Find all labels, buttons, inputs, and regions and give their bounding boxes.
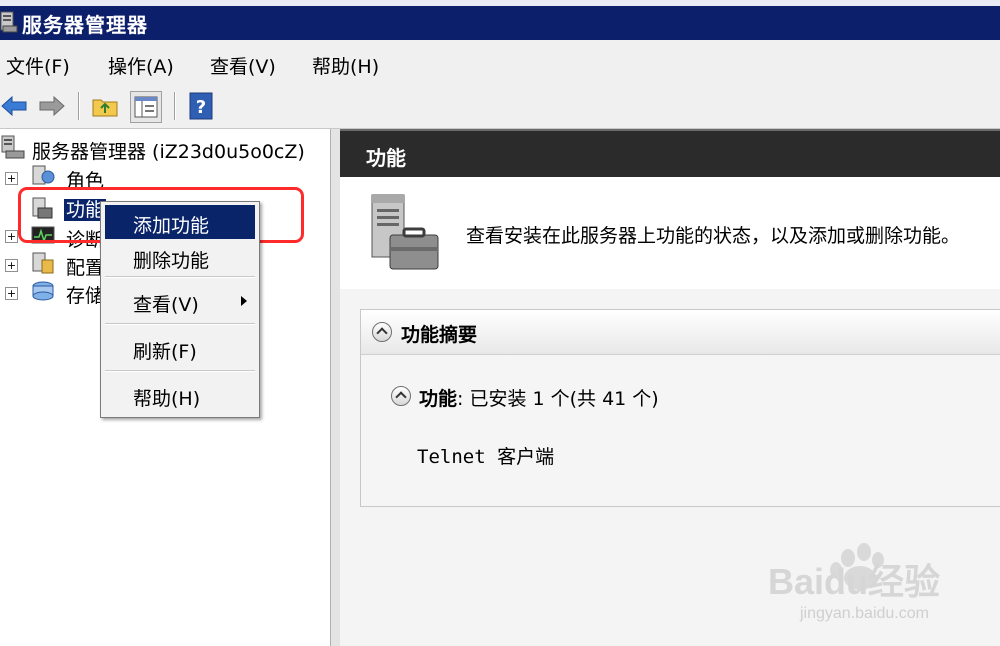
menu-help[interactable]: 帮助(H) bbox=[312, 52, 379, 79]
baidu-jingyan-watermark: Baidu经验 jingyan.baidu.com bbox=[768, 543, 940, 622]
expand-diagnostics-toggle[interactable]: + bbox=[5, 230, 18, 243]
details-description: 查看安装在此服务器上功能的状态，以及添加或删除功能。 bbox=[466, 225, 961, 247]
menu-item-label: 添加功能 bbox=[133, 215, 210, 237]
menu-view[interactable]: 查看(V) bbox=[210, 52, 276, 79]
features-count-line: 功能: 已安装 1 个(共 41 个) bbox=[419, 384, 659, 411]
server-manager-icon bbox=[1, 135, 25, 159]
features-count: : 已安装 1 个(共 41 个) bbox=[457, 388, 659, 410]
up-folder-icon[interactable] bbox=[90, 91, 120, 121]
svg-text:?: ? bbox=[196, 97, 206, 118]
back-arrow-icon[interactable] bbox=[0, 91, 30, 121]
expand-storage-toggle[interactable]: + bbox=[5, 287, 18, 300]
roles-icon bbox=[32, 165, 55, 185]
expand-configuration-toggle[interactable]: + bbox=[5, 259, 18, 272]
menu-item-label: 刷新(F) bbox=[133, 341, 197, 363]
details-header-title: 功能 bbox=[366, 146, 406, 170]
menu-action[interactable]: 操作(A) bbox=[108, 52, 174, 79]
features-label: 功能 bbox=[419, 388, 458, 410]
menu-file[interactable]: 文件(F) bbox=[6, 52, 70, 79]
window-title: 服务器管理器 bbox=[22, 13, 148, 37]
menu-item-remove-features[interactable]: 删除功能 bbox=[105, 240, 255, 274]
title-bar: 服务器管理器 bbox=[0, 0, 1000, 40]
title-bar-top-strip bbox=[0, 0, 1000, 6]
details-intro: 查看安装在此服务器上功能的状态，以及添加或删除功能。 bbox=[340, 177, 1000, 290]
features-summary-header[interactable]: 功能摘要 bbox=[361, 310, 1000, 355]
tree-item-configuration[interactable]: 配置 bbox=[66, 253, 104, 280]
tree-root-server-manager[interactable]: 服务器管理器 (iZ23d0u5o0cZ) bbox=[32, 137, 305, 164]
tree-item-storage[interactable]: 存储 bbox=[66, 281, 104, 308]
menu-item-label: 帮助(H) bbox=[133, 388, 201, 410]
menu-item-view[interactable]: 查看(V) bbox=[105, 284, 255, 318]
toolbar: ? bbox=[0, 86, 1000, 129]
menu-item-add-features[interactable]: 添加功能 bbox=[105, 205, 255, 239]
submenu-arrow-icon bbox=[241, 296, 247, 306]
menu-item-label: 查看(V) bbox=[133, 294, 199, 316]
server-manager-icon bbox=[0, 11, 18, 33]
menu-separator bbox=[105, 370, 255, 372]
help-icon[interactable]: ? bbox=[186, 91, 216, 121]
installed-feature-item: Telnet 客户端 bbox=[417, 446, 555, 468]
menu-item-help[interactable]: 帮助(H) bbox=[105, 378, 255, 412]
details-header: 功能 bbox=[340, 129, 1000, 177]
server-toolbox-icon bbox=[371, 194, 439, 270]
storage-icon bbox=[32, 281, 54, 301]
configuration-icon bbox=[32, 252, 54, 274]
expand-roles-toggle[interactable]: + bbox=[5, 172, 18, 185]
menu-bar: 文件(F) 操作(A) 查看(V) 帮助(H) bbox=[0, 40, 1000, 87]
collapse-summary-icon[interactable] bbox=[372, 322, 392, 342]
features-summary-title: 功能摘要 bbox=[401, 324, 478, 346]
toolbar-separator bbox=[174, 92, 176, 120]
collapse-features-icon[interactable] bbox=[391, 386, 411, 406]
watermark-text: Baidu经验 bbox=[768, 561, 940, 602]
toolbar-separator bbox=[78, 92, 80, 120]
menu-item-label: 删除功能 bbox=[133, 250, 210, 272]
menu-separator bbox=[105, 276, 255, 278]
menu-separator bbox=[105, 323, 255, 325]
features-summary-panel: 功能摘要 功能: 已安装 1 个(共 41 个) Telnet 客户端 bbox=[360, 309, 1000, 507]
show-hide-tree-icon[interactable] bbox=[130, 91, 162, 123]
context-menu: 添加功能 删除功能 查看(V) 刷新(F) 帮助(H) bbox=[100, 201, 260, 418]
menu-item-refresh[interactable]: 刷新(F) bbox=[105, 331, 255, 365]
forward-arrow-icon[interactable] bbox=[36, 91, 66, 121]
watermark-url: jingyan.baidu.com bbox=[799, 605, 929, 622]
